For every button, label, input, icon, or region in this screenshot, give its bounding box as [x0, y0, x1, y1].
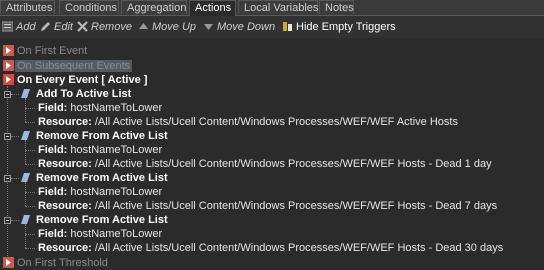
edit-button[interactable]: Edit	[40, 20, 73, 34]
trigger-on-first-threshold[interactable]: On First Threshold	[3, 256, 108, 270]
hide-empty-triggers-toggle[interactable]: Hide Empty Triggers	[282, 20, 396, 34]
trigger-icon	[3, 257, 14, 268]
action-field-row[interactable]: Field: hostNameToLower	[38, 185, 162, 199]
collapse-toggle[interactable]	[4, 91, 11, 98]
action-icon	[21, 131, 30, 140]
tree-guide	[25, 224, 26, 248]
tab-aggregation[interactable]: Aggregation	[121, 0, 187, 14]
tab-actions[interactable]: Actions	[189, 0, 236, 16]
tree-guide	[7, 86, 8, 256]
action-remove-from-active-list[interactable]: Remove From Active List	[20, 129, 168, 143]
trigger-on-every-event[interactable]: On Every Event [ Active ]	[3, 73, 147, 87]
field-value: hostNameToLower	[70, 228, 163, 240]
action-field-row[interactable]: Field: hostNameToLower	[38, 227, 162, 241]
trigger-label: On First Threshold	[17, 257, 108, 269]
tree-guide	[25, 248, 35, 249]
tree-guide	[25, 140, 26, 164]
action-resource-row[interactable]: Resource: /All Active Lists/Ucell Conten…	[38, 115, 458, 129]
tree-guide	[11, 94, 19, 95]
field-value: hostNameToLower	[70, 144, 163, 156]
action-title: Remove From Active List	[36, 214, 168, 226]
resource-label: Resource:	[38, 158, 92, 170]
action-icon	[21, 89, 30, 98]
tab-bar: Attributes Conditions Aggregation Action…	[0, 0, 544, 16]
tree-guide	[25, 108, 35, 109]
filter-icon	[283, 22, 292, 31]
trigger-icon	[3, 74, 14, 85]
add-icon	[2, 21, 13, 32]
trigger-on-first-event[interactable]: On First Event	[3, 44, 87, 58]
tab-attributes[interactable]: Attributes	[0, 0, 55, 14]
field-label: Field:	[38, 228, 68, 240]
tree-guide	[25, 164, 35, 165]
edit-label: Edit	[54, 21, 73, 33]
action-field-row[interactable]: Field: hostNameToLower	[38, 101, 162, 115]
tree-guide	[25, 150, 35, 151]
tree-guide	[11, 220, 19, 221]
action-icon	[21, 215, 30, 224]
field-value: hostNameToLower	[70, 186, 163, 198]
tab-local-variables[interactable]: Local Variables	[238, 0, 318, 14]
move-down-button[interactable]: Move Down	[203, 20, 275, 34]
tab-conditions[interactable]: Conditions	[59, 0, 119, 14]
trigger-icon	[3, 60, 14, 71]
add-button[interactable]: Add	[2, 20, 36, 34]
action-resource-row[interactable]: Resource: /All Active Lists/Ucell Conten…	[38, 241, 503, 255]
pencil-icon	[41, 22, 50, 31]
action-title: Remove From Active List	[36, 172, 168, 184]
move-up-label: Move Up	[152, 21, 197, 33]
trigger-icon	[3, 45, 14, 56]
resource-value: /All Active Lists/Ucell Content/Windows …	[94, 158, 492, 170]
remove-button[interactable]: Remove	[77, 20, 132, 34]
arrow-up-icon	[139, 23, 148, 29]
resource-value: /All Active Lists/Ucell Content/Windows …	[94, 116, 458, 128]
action-icon	[21, 173, 30, 182]
resource-label: Resource:	[38, 200, 92, 212]
tree-guide	[25, 98, 26, 122]
trigger-on-subsequent-events[interactable]: On Subsequent Events	[3, 59, 133, 73]
tree-guide	[25, 192, 35, 193]
action-title: Remove From Active List	[36, 130, 168, 142]
move-down-label: Move Down	[217, 21, 276, 33]
tree-guide	[25, 234, 35, 235]
resource-label: Resource:	[38, 242, 92, 254]
tree-guide	[25, 182, 26, 206]
collapse-toggle[interactable]	[4, 175, 11, 182]
tree-guide	[11, 136, 19, 137]
collapse-toggle[interactable]	[4, 217, 11, 224]
action-remove-from-active-list[interactable]: Remove From Active List	[20, 213, 168, 227]
action-title: Add To Active List	[36, 88, 132, 100]
actions-tree: On First Event On Subsequent Events On E…	[0, 42, 544, 269]
field-label: Field:	[38, 102, 68, 114]
tree-guide	[25, 122, 35, 123]
action-add-to-active-list[interactable]: Add To Active List	[20, 87, 131, 101]
trigger-label: On Subsequent Events	[15, 60, 133, 72]
move-up-button[interactable]: Move Up	[138, 20, 196, 34]
tab-notes[interactable]: Notes	[319, 0, 354, 14]
trigger-label: On Every Event [ Active ]	[17, 74, 148, 86]
remove-label: Remove	[91, 21, 132, 33]
field-label: Field:	[38, 144, 68, 156]
action-field-row[interactable]: Field: hostNameToLower	[38, 143, 162, 157]
action-resource-row[interactable]: Resource: /All Active Lists/Ucell Conten…	[38, 157, 492, 171]
tree-guide	[25, 206, 35, 207]
trigger-label: On First Event	[17, 45, 88, 57]
tree-guide	[11, 178, 19, 179]
toolbar: Add Edit Remove Move Up Move Down Hide E…	[0, 16, 544, 38]
hide-empty-triggers-label: Hide Empty Triggers	[296, 21, 396, 33]
add-label: Add	[16, 21, 36, 33]
resource-label: Resource:	[38, 116, 92, 128]
collapse-toggle[interactable]	[4, 133, 11, 140]
resource-value: /All Active Lists/Ucell Content/Windows …	[94, 242, 504, 254]
field-value: hostNameToLower	[70, 102, 163, 114]
remove-x-icon	[77, 21, 88, 32]
action-resource-row[interactable]: Resource: /All Active Lists/Ucell Conten…	[38, 199, 497, 213]
action-remove-from-active-list[interactable]: Remove From Active List	[20, 171, 168, 185]
resource-value: /All Active Lists/Ucell Content/Windows …	[94, 200, 498, 212]
arrow-down-icon	[204, 24, 213, 30]
field-label: Field:	[38, 186, 68, 198]
